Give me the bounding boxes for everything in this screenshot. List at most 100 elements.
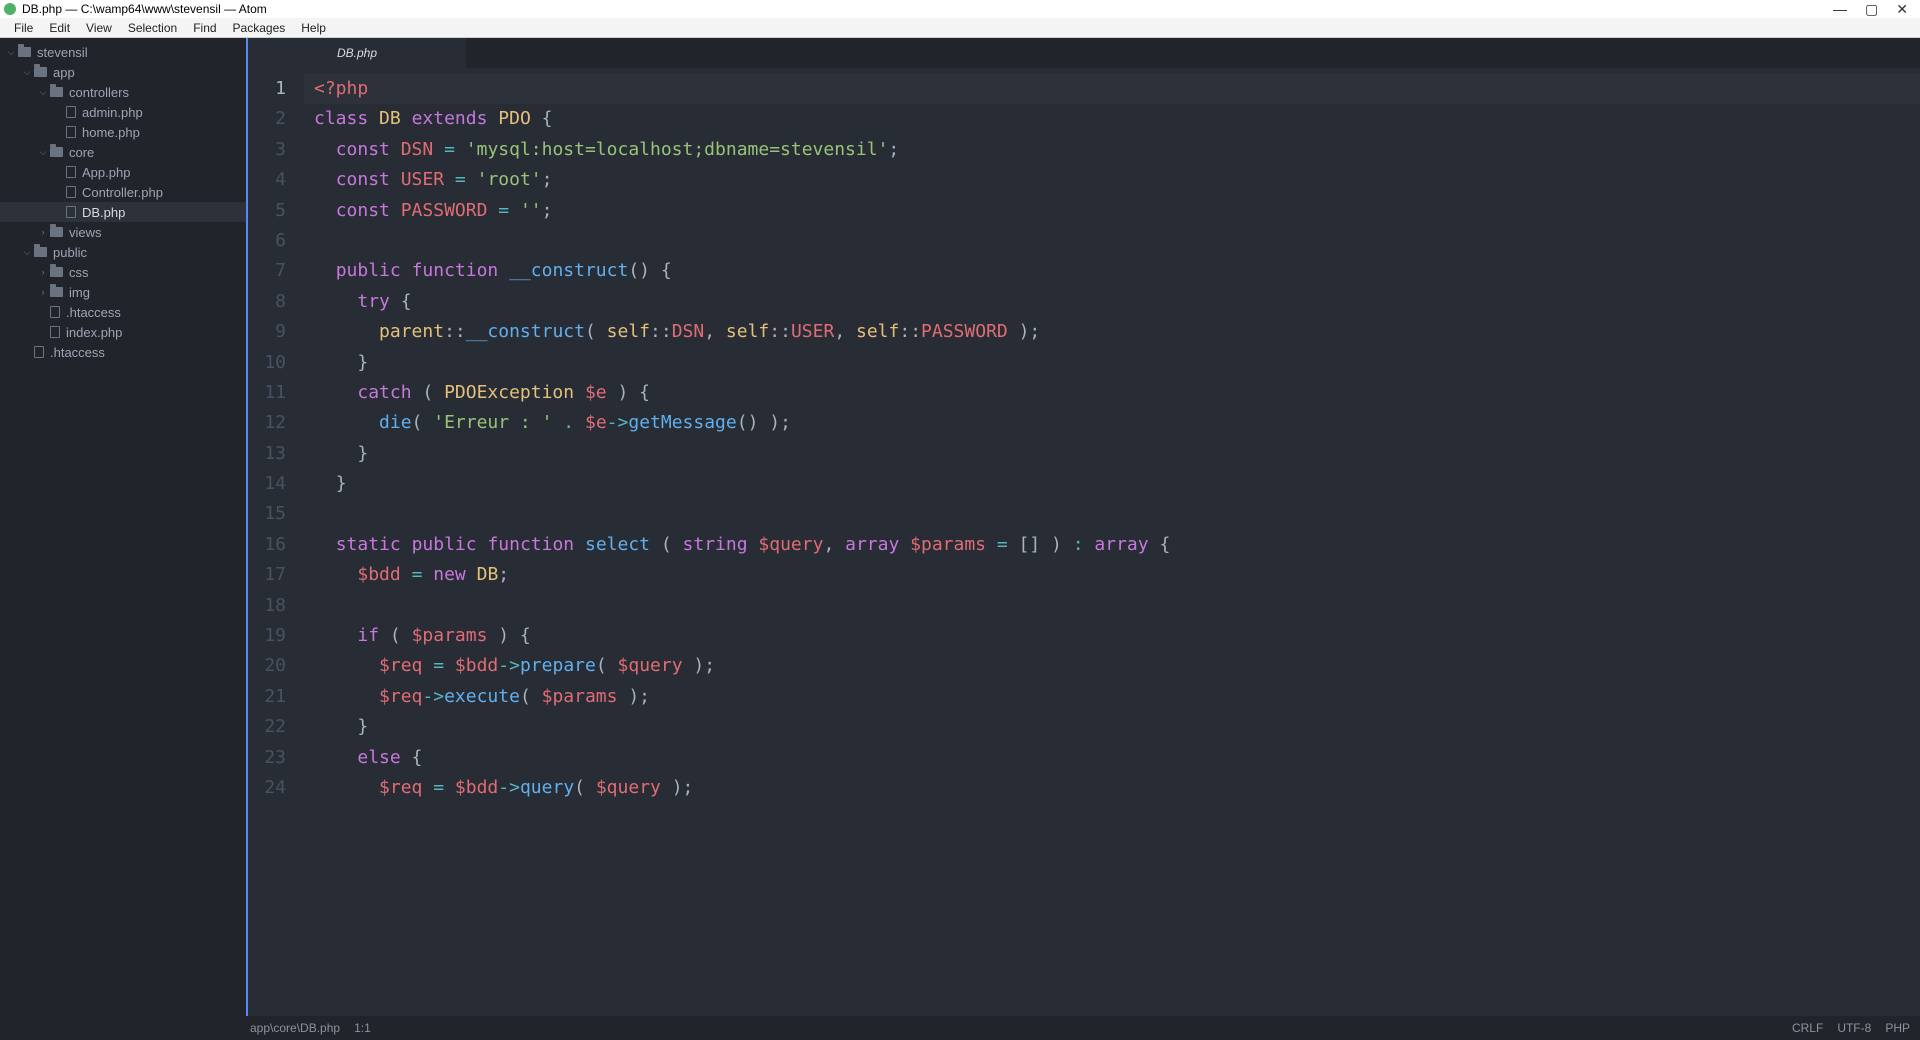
chevron-down-icon[interactable]: ⌵ bbox=[6, 47, 16, 57]
line-number[interactable]: 22 bbox=[248, 712, 304, 742]
code-line[interactable] bbox=[304, 591, 1920, 621]
tree-file-home-php[interactable]: home.php bbox=[0, 122, 246, 142]
tree-folder-stevensil[interactable]: ⌵stevensil bbox=[0, 42, 246, 62]
tree-file-app-php[interactable]: App.php bbox=[0, 162, 246, 182]
code-line[interactable]: else { bbox=[304, 743, 1920, 773]
line-number[interactable]: 2 bbox=[248, 104, 304, 134]
folder-icon bbox=[34, 247, 47, 257]
line-number[interactable]: 12 bbox=[248, 408, 304, 438]
code-line[interactable]: const DSN = 'mysql:host=localhost;dbname… bbox=[304, 135, 1920, 165]
chevron-down-icon[interactable]: ⌵ bbox=[22, 67, 32, 77]
editor-body[interactable]: 123456789101112131415161718192021222324 … bbox=[246, 68, 1920, 1016]
code-line[interactable]: const PASSWORD = ''; bbox=[304, 196, 1920, 226]
tree-folder-img[interactable]: ›img bbox=[0, 282, 246, 302]
tree-file-controller-php[interactable]: Controller.php bbox=[0, 182, 246, 202]
file-icon bbox=[50, 306, 60, 318]
line-number[interactable]: 11 bbox=[248, 378, 304, 408]
code-line[interactable]: $bdd = new DB; bbox=[304, 560, 1920, 590]
code-line[interactable]: static public function select ( string $… bbox=[304, 530, 1920, 560]
code-line[interactable]: class DB extends PDO { bbox=[304, 104, 1920, 134]
code-line[interactable]: die( 'Erreur : ' . $e->getMessage() ); bbox=[304, 408, 1920, 438]
chevron-right-icon[interactable]: › bbox=[38, 227, 48, 237]
file-icon bbox=[66, 186, 76, 198]
tree-label: admin.php bbox=[82, 105, 143, 120]
code-line[interactable]: parent::__construct( self::DSN, self::US… bbox=[304, 317, 1920, 347]
line-number[interactable]: 8 bbox=[248, 287, 304, 317]
line-number[interactable]: 14 bbox=[248, 469, 304, 499]
status-cursor[interactable]: 1:1 bbox=[354, 1021, 371, 1035]
code-line[interactable]: <?php bbox=[304, 74, 1920, 104]
line-number[interactable]: 19 bbox=[248, 621, 304, 651]
tree-file--htaccess[interactable]: .htaccess bbox=[0, 342, 246, 362]
line-number[interactable]: 4 bbox=[248, 165, 304, 195]
line-number[interactable]: 20 bbox=[248, 651, 304, 681]
code-line[interactable]: if ( $params ) { bbox=[304, 621, 1920, 651]
line-number[interactable]: 7 bbox=[248, 256, 304, 286]
folder-icon bbox=[50, 267, 63, 277]
chevron-down-icon[interactable]: ⌵ bbox=[38, 147, 48, 157]
tree-file--htaccess[interactable]: .htaccess bbox=[0, 302, 246, 322]
tree-file-admin-php[interactable]: admin.php bbox=[0, 102, 246, 122]
code-line[interactable]: $req = $bdd->query( $query ); bbox=[304, 773, 1920, 803]
chevron-down-icon[interactable]: ⌵ bbox=[38, 87, 48, 97]
window-titlebar: DB.php — C:\wamp64\www\stevensil — Atom … bbox=[0, 0, 1920, 18]
code-line[interactable] bbox=[304, 499, 1920, 529]
minimize-button[interactable]: — bbox=[1833, 2, 1847, 16]
code-line[interactable]: $req = $bdd->prepare( $query ); bbox=[304, 651, 1920, 681]
line-number[interactable]: 10 bbox=[248, 348, 304, 378]
tab-bar: DB.php bbox=[246, 38, 1920, 68]
tree-folder-css[interactable]: ›css bbox=[0, 262, 246, 282]
tree-arrow-spacer bbox=[22, 347, 32, 357]
code-line[interactable]: const USER = 'root'; bbox=[304, 165, 1920, 195]
code-line[interactable]: public function __construct() { bbox=[304, 256, 1920, 286]
line-number[interactable]: 9 bbox=[248, 317, 304, 347]
line-number[interactable]: 24 bbox=[248, 773, 304, 803]
line-number[interactable]: 17 bbox=[248, 560, 304, 590]
code-line[interactable]: } bbox=[304, 712, 1920, 742]
line-number[interactable]: 6 bbox=[248, 226, 304, 256]
menu-edit[interactable]: Edit bbox=[41, 21, 78, 35]
code-content[interactable]: <?phpclass DB extends PDO { const DSN = … bbox=[304, 68, 1920, 1016]
code-line[interactable]: } bbox=[304, 439, 1920, 469]
tree-file-db-php[interactable]: DB.php bbox=[0, 202, 246, 222]
code-line[interactable]: catch ( PDOException $e ) { bbox=[304, 378, 1920, 408]
line-number[interactable]: 23 bbox=[248, 743, 304, 773]
line-number[interactable]: 18 bbox=[248, 591, 304, 621]
menu-selection[interactable]: Selection bbox=[120, 21, 185, 35]
tree-folder-core[interactable]: ⌵core bbox=[0, 142, 246, 162]
status-eol[interactable]: CRLF bbox=[1792, 1021, 1823, 1035]
line-number[interactable]: 3 bbox=[248, 135, 304, 165]
status-encoding[interactable]: UTF-8 bbox=[1837, 1021, 1871, 1035]
chevron-right-icon[interactable]: › bbox=[38, 267, 48, 277]
project-tree[interactable]: ⌵stevensil⌵app⌵controllers admin.php home.… bbox=[0, 38, 246, 1016]
chevron-right-icon[interactable]: › bbox=[38, 287, 48, 297]
tree-folder-public[interactable]: ⌵public bbox=[0, 242, 246, 262]
line-number[interactable]: 21 bbox=[248, 682, 304, 712]
maximize-button[interactable]: ▢ bbox=[1865, 2, 1878, 16]
line-number[interactable]: 5 bbox=[248, 196, 304, 226]
status-language[interactable]: PHP bbox=[1885, 1021, 1910, 1035]
code-line[interactable]: $req->execute( $params ); bbox=[304, 682, 1920, 712]
menu-packages[interactable]: Packages bbox=[225, 21, 294, 35]
menu-file[interactable]: File bbox=[6, 21, 41, 35]
code-line[interactable]: } bbox=[304, 469, 1920, 499]
status-path[interactable]: app\core\DB.php bbox=[250, 1021, 340, 1035]
code-line[interactable]: try { bbox=[304, 287, 1920, 317]
close-button[interactable]: ✕ bbox=[1896, 2, 1908, 16]
code-line[interactable]: } bbox=[304, 348, 1920, 378]
line-number[interactable]: 15 bbox=[248, 499, 304, 529]
code-line[interactable] bbox=[304, 226, 1920, 256]
chevron-down-icon[interactable]: ⌵ bbox=[22, 247, 32, 257]
folder-icon bbox=[50, 287, 63, 297]
menu-find[interactable]: Find bbox=[185, 21, 224, 35]
menu-view[interactable]: View bbox=[78, 21, 120, 35]
tree-folder-app[interactable]: ⌵app bbox=[0, 62, 246, 82]
line-number[interactable]: 16 bbox=[248, 530, 304, 560]
line-number[interactable]: 1 bbox=[248, 74, 304, 104]
tab-db-php[interactable]: DB.php bbox=[246, 38, 466, 68]
line-number[interactable]: 13 bbox=[248, 439, 304, 469]
tree-file-index-php[interactable]: index.php bbox=[0, 322, 246, 342]
tree-folder-controllers[interactable]: ⌵controllers bbox=[0, 82, 246, 102]
menu-help[interactable]: Help bbox=[293, 21, 334, 35]
tree-folder-views[interactable]: ›views bbox=[0, 222, 246, 242]
